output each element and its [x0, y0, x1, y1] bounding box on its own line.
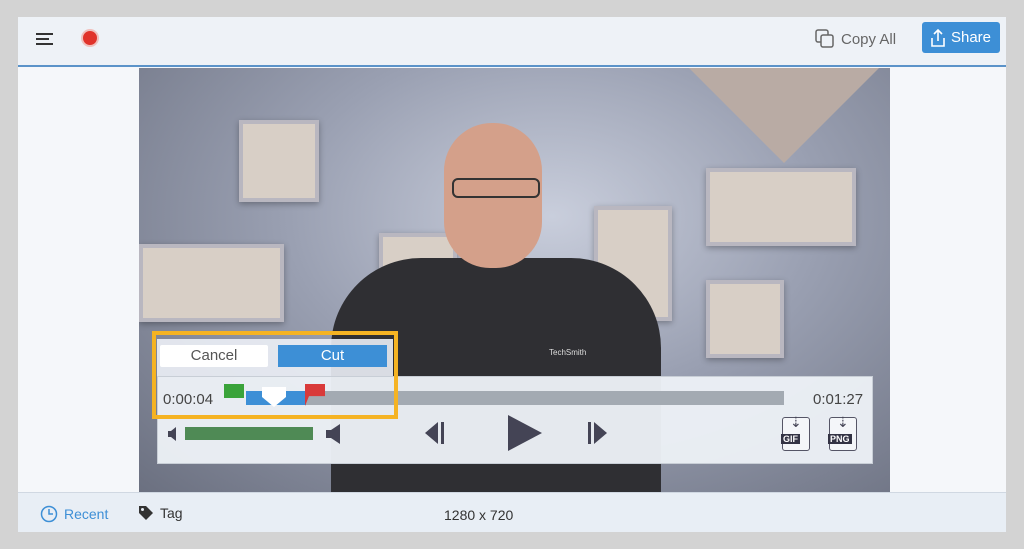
record-button[interactable] [81, 29, 99, 47]
status-bar: Recent Tag 1280 x 720 [18, 492, 1006, 532]
selection-highlight [152, 331, 398, 419]
app-window: Copy All Share TechSmith 0:00:04 0:01:27… [18, 17, 1006, 532]
share-label: Share [950, 29, 992, 46]
share-button[interactable]: Share [922, 22, 1000, 53]
clock-icon [40, 505, 58, 523]
next-frame-button[interactable] [588, 422, 608, 444]
recent-label: Recent [64, 506, 109, 522]
volume-low-icon [168, 427, 176, 441]
hamburger-icon [36, 33, 53, 45]
tag-icon [139, 506, 153, 520]
play-button[interactable] [508, 415, 542, 451]
volume-slider[interactable] [185, 427, 313, 440]
tag-button[interactable]: Tag [138, 505, 183, 521]
download-icon: ⇣ [790, 414, 802, 430]
png-label: PNG [828, 434, 852, 444]
recent-button[interactable]: Recent [40, 505, 108, 523]
menu-button[interactable] [36, 31, 54, 47]
previous-frame-button[interactable] [425, 422, 445, 444]
share-icon [931, 28, 945, 47]
toolbar: Copy All Share [18, 17, 1006, 67]
copy-all-label: Copy All [841, 30, 897, 48]
copy-icon [815, 29, 834, 48]
export-gif-button[interactable]: ⇣ GIF [781, 414, 810, 451]
video-dimensions: 1280 x 720 [444, 507, 514, 523]
copy-all-button[interactable]: Copy All [815, 27, 896, 51]
shirt-logo: TechSmith [549, 348, 587, 357]
volume-high-icon [326, 424, 340, 444]
export-png-button[interactable]: ⇣ PNG [828, 414, 857, 451]
total-time: 0:01:27 [813, 391, 864, 408]
download-icon: ⇣ [837, 414, 849, 430]
tag-label: Tag [160, 505, 183, 521]
gif-label: GIF [781, 434, 800, 444]
